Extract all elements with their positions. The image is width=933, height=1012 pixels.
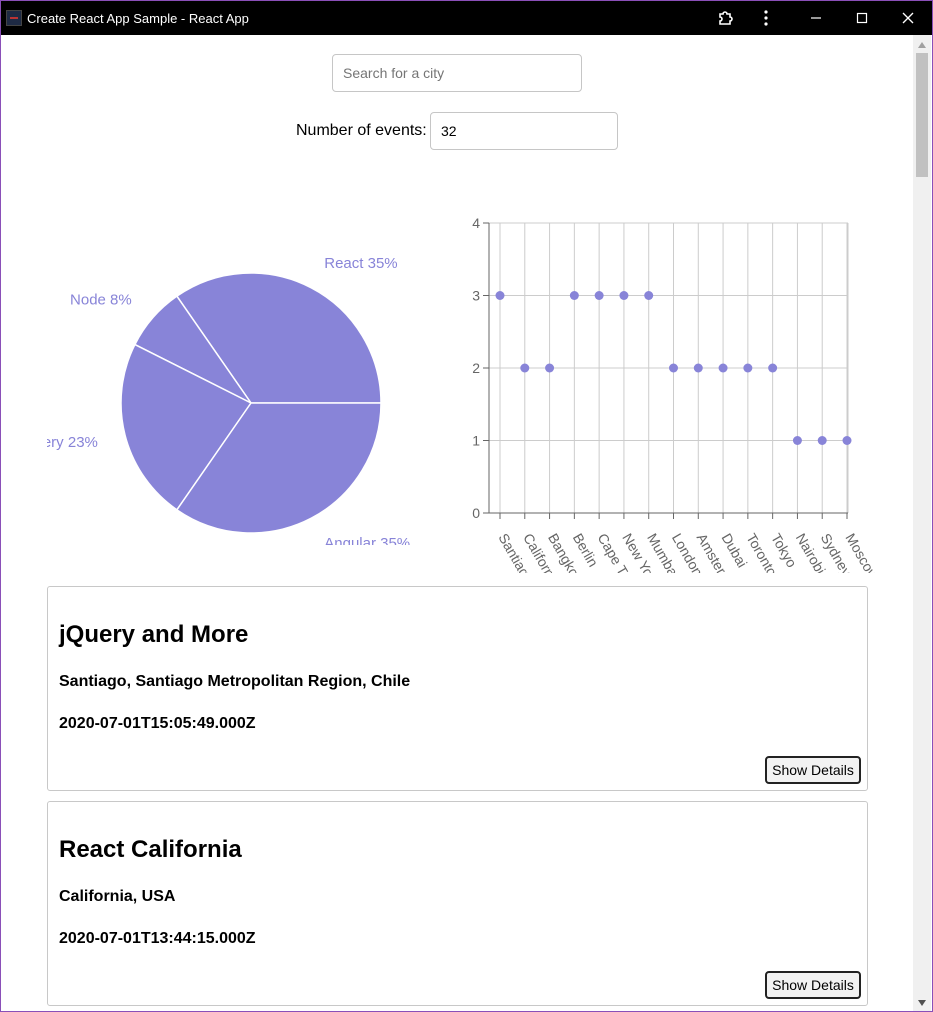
event-title: React California xyxy=(59,836,242,863)
number-of-events-input[interactable] xyxy=(430,112,618,150)
minimize-icon[interactable] xyxy=(793,1,839,35)
pie-label: React 35% xyxy=(324,255,397,272)
y-tick-label: 2 xyxy=(472,360,480,376)
y-tick-label: 3 xyxy=(472,288,480,304)
app-icon xyxy=(6,10,22,26)
event-location: California, USA xyxy=(59,888,176,905)
scatter-point[interactable] xyxy=(644,291,654,300)
page-content: Number of events: React 35% Node 8% jQuery… xyxy=(1,35,914,1011)
scatter-chart-svg: 01234SantiagoCaliforniaBangkokBerlinCape… xyxy=(472,215,882,611)
scrollbar-thumb[interactable] xyxy=(916,53,928,177)
pie-label: Angular 35% xyxy=(324,535,410,545)
y-tick-label: 4 xyxy=(472,215,480,231)
scatter-point[interactable] xyxy=(520,363,530,373)
scatter-point[interactable] xyxy=(669,363,678,373)
scatter-point[interactable] xyxy=(792,436,802,445)
event-title: jQuery and More xyxy=(59,621,249,648)
scroll-up-arrow-icon[interactable] xyxy=(913,39,931,51)
close-icon[interactable] xyxy=(885,1,931,35)
maximize-icon[interactable] xyxy=(839,1,885,35)
scatter-point[interactable] xyxy=(743,363,753,373)
number-of-events-label: Number of events: xyxy=(296,122,427,139)
event-card: jQuery and More Santiago, Santiago Metro… xyxy=(47,586,868,791)
more-options-icon[interactable] xyxy=(743,1,789,35)
genre-pie-chart: React 35% Node 8% jQuery 23% Angular 35% xyxy=(47,185,447,545)
pie-chart-svg: React 35% Node 8% jQuery 23% Angular 35% xyxy=(47,255,410,545)
window-title: Create React App Sample - React App xyxy=(27,11,249,26)
scatter-point[interactable] xyxy=(495,291,505,300)
event-location: Santiago, Santiago Metropolitan Region, … xyxy=(59,673,411,690)
scatter-point[interactable] xyxy=(619,291,629,300)
show-details-button[interactable]: Show Details xyxy=(765,971,861,999)
y-tick-label: 1 xyxy=(472,433,480,449)
scatter-point[interactable] xyxy=(817,436,827,445)
pie-label: jQuery 23% xyxy=(47,434,98,451)
y-tick-label: 0 xyxy=(472,505,480,521)
scatter-point[interactable] xyxy=(768,363,778,373)
title-bar: Create React App Sample - React App xyxy=(1,1,932,35)
scatter-point[interactable] xyxy=(594,291,604,300)
vertical-scrollbar[interactable] xyxy=(913,35,931,1011)
show-details-button[interactable]: Show Details xyxy=(765,756,861,784)
events-scatter-chart: 0 1 2 3 4 Santiago California Bangkok Berlin Cape… xyxy=(441,173,882,611)
pie-label: Node 8% xyxy=(70,291,132,308)
scatter-point[interactable] xyxy=(842,436,852,445)
event-time: 2020-07-01T15:05:49.000Z xyxy=(59,715,256,732)
city-search-input[interactable] xyxy=(332,54,582,92)
scatter-point[interactable] xyxy=(569,291,579,300)
scatter-point[interactable] xyxy=(693,363,703,373)
scatter-point[interactable] xyxy=(545,363,555,373)
scatter-point[interactable] xyxy=(718,363,728,373)
scroll-down-arrow-icon[interactable] xyxy=(913,997,931,1009)
event-card: React California California, USA 2020-07… xyxy=(47,801,868,1006)
browser-window: Create React App Sample - React App Numb… xyxy=(0,0,933,1012)
event-time: 2020-07-01T13:44:15.000Z xyxy=(59,930,256,947)
